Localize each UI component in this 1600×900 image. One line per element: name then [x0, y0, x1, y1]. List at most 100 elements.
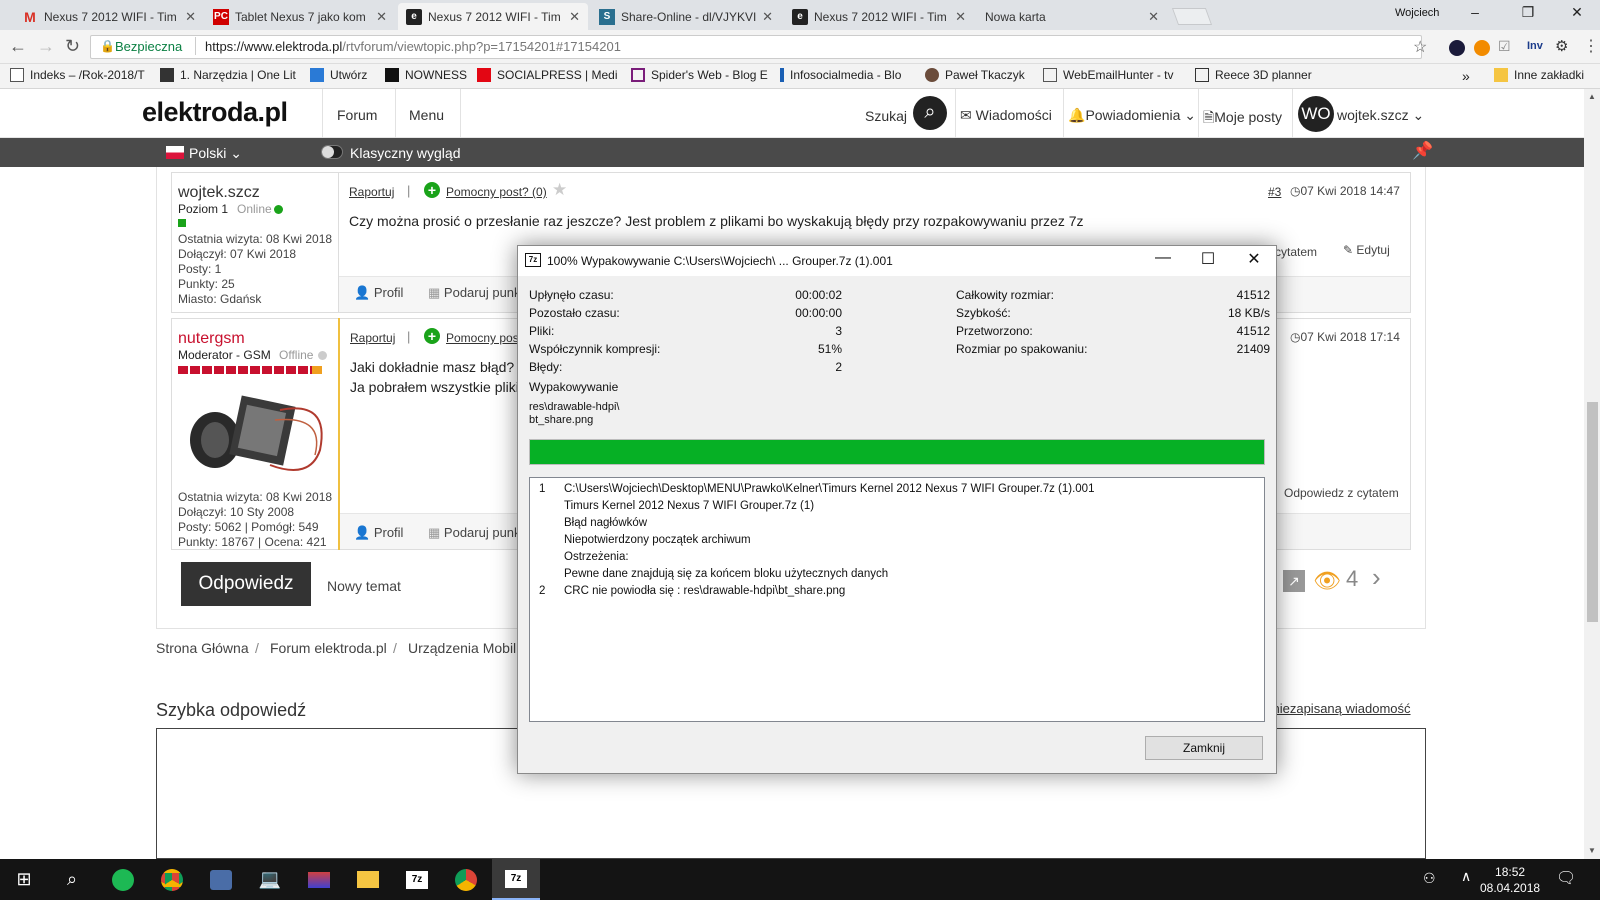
bookmark-item[interactable]: Infosocialmedia - Blo — [780, 68, 901, 82]
media-icon[interactable] — [295, 859, 343, 900]
message-list[interactable] — [529, 477, 1265, 722]
reply-button[interactable]: Odpowiedz — [181, 562, 311, 606]
bookmark-item[interactable]: Spider's Web - Blog E — [631, 68, 768, 82]
breadcrumb-category[interactable]: Urządzenia Mobil — [408, 640, 516, 656]
avatar[interactable]: WO — [1298, 96, 1334, 132]
post-number[interactable]: #3 — [1268, 184, 1281, 199]
laptop-icon[interactable]: 💻 — [246, 859, 294, 900]
close-tab-icon[interactable]: ✕ — [185, 9, 196, 25]
spotify-icon[interactable] — [99, 859, 147, 900]
url-text[interactable]: https://www.elektroda.pl/rtvforum/viewto… — [205, 39, 621, 54]
profile-name[interactable]: Wojciech — [1395, 7, 1439, 19]
bookmark-item[interactable]: Reece 3D planner — [1195, 68, 1312, 82]
close-tab-icon[interactable]: ✕ — [955, 9, 966, 25]
post-author[interactable]: nutergsm — [178, 330, 245, 348]
restore-icon[interactable]: ❐ — [1513, 4, 1543, 21]
quote-button[interactable]: Odpowiedz z cytatem — [1284, 486, 1399, 500]
7zip-active-icon[interactable]: 7z — [492, 859, 540, 900]
browser-tab[interactable]: S Share-Online - dl/VJYKVI ✕ — [591, 3, 781, 30]
bookmark-item[interactable]: 1. Narzędzia | One Lit — [160, 68, 296, 82]
close-button[interactable]: Zamknij — [1145, 736, 1263, 760]
new-tab-button[interactable] — [1171, 8, 1213, 25]
notifications-link[interactable]: 🔔Powiadomienia ⌄ — [1068, 107, 1196, 124]
close-tab-icon[interactable]: ✕ — [762, 9, 773, 25]
extension-icon[interactable] — [1449, 40, 1465, 56]
new-topic-link[interactable]: Nowy temat — [327, 578, 401, 594]
minimize-icon[interactable]: – — [1460, 4, 1490, 20]
close-tab-icon[interactable]: ✕ — [569, 9, 580, 25]
back-icon[interactable]: ← — [9, 36, 27, 57]
browser-tab[interactable]: Nowa karta ✕ — [977, 3, 1167, 30]
close-icon[interactable]: ✕ — [1232, 249, 1276, 269]
browser-tab[interactable]: e Nexus 7 2012 WIFI - Tim ✕ — [784, 3, 974, 30]
extension-icon[interactable]: ⚙ — [1555, 37, 1568, 55]
minimize-icon[interactable]: — — [1141, 249, 1185, 267]
nav-menu[interactable]: Menu — [409, 107, 444, 123]
chevron-right-icon[interactable]: › — [1372, 562, 1381, 593]
edit-button[interactable]: ✎ Edytuj — [1343, 243, 1390, 257]
breadcrumb-home[interactable]: Strona Główna — [156, 640, 249, 656]
extension-icon[interactable]: ☑ — [1498, 38, 1511, 55]
user-menu[interactable]: wojtek.szcz ⌄ — [1337, 107, 1424, 124]
search-icon[interactable]: ⌕ — [913, 96, 947, 130]
star-icon[interactable]: ☆ — [1413, 37, 1427, 57]
close-tab-icon[interactable]: ✕ — [1148, 9, 1159, 25]
maximize-icon[interactable]: ☐ — [1186, 249, 1230, 269]
folder-icon[interactable] — [344, 859, 392, 900]
share-icon[interactable]: ↗ — [1283, 570, 1305, 592]
scroll-down-icon[interactable]: ▼ — [1588, 846, 1596, 855]
7zip-icon[interactable]: 7z — [393, 859, 441, 900]
bookmark-item[interactable]: NOWNESS — [385, 68, 467, 82]
other-bookmarks[interactable]: Inne zakładki — [1494, 68, 1584, 82]
start-icon[interactable]: ⊞ — [0, 859, 48, 900]
browser-tab-active[interactable]: e Nexus 7 2012 WIFI - Tim ✕ — [398, 3, 588, 30]
plus-icon[interactable]: + — [424, 328, 440, 344]
quote-button[interactable]: cytatem — [1275, 245, 1317, 259]
people-icon[interactable]: ⚇ — [1423, 870, 1436, 887]
give-points-button[interactable]: ▦ Podaruj punk — [428, 285, 521, 301]
nav-forum[interactable]: Forum — [337, 107, 377, 123]
post-author[interactable]: wojtek.szcz — [178, 184, 260, 202]
close-tab-icon[interactable]: ✕ — [376, 9, 387, 25]
restore-unsaved-link[interactable]: j niezapisaną wiadomość — [1266, 701, 1411, 716]
report-link[interactable]: Raportuj — [349, 184, 394, 199]
plus-icon[interactable]: + — [424, 182, 440, 198]
site-logo[interactable]: elektroda.pl — [142, 97, 288, 128]
search-icon[interactable]: ⌕ — [48, 859, 96, 900]
close-window-icon[interactable]: ✕ — [1562, 4, 1592, 21]
scroll-up-icon[interactable]: ▲ — [1588, 92, 1596, 101]
search-label[interactable]: Szukaj — [865, 108, 907, 124]
browser-tab[interactable]: M Nexus 7 2012 WIFI - Tim ✕ — [14, 3, 204, 30]
profile-button[interactable]: 👤 Profil — [354, 285, 403, 301]
bookmark-item[interactable]: Utwórz — [310, 68, 367, 82]
pin-icon[interactable]: 📌 — [1412, 141, 1433, 161]
bookmark-item[interactable]: SOCIALPRESS | Medi — [477, 68, 618, 82]
menu-icon[interactable]: ⋮ — [1583, 36, 1599, 56]
extension-inv[interactable]: Inv — [1527, 40, 1543, 52]
star-icon[interactable]: ★ — [552, 180, 567, 200]
tray-chevron-icon[interactable]: ∧ — [1461, 868, 1471, 885]
reload-icon[interactable]: ↻ — [65, 36, 80, 57]
chrome-icon[interactable] — [148, 859, 196, 900]
give-points-button[interactable]: ▦ Podaruj punk — [428, 525, 521, 541]
browser-tab[interactable]: PC Tablet Nexus 7 jako kom ✕ — [205, 3, 395, 30]
report-link[interactable]: Raportuj — [350, 330, 395, 345]
bookmarks-more[interactable]: » — [1462, 68, 1470, 84]
helpful-link[interactable]: Pomocny post? (0) — [446, 184, 547, 199]
bookmark-item[interactable]: Indeks – /Rok-2018/T — [10, 68, 145, 82]
language-selector[interactable]: Polski ⌄ — [189, 145, 242, 162]
my-posts-link[interactable]: 🗎Moje posty — [1203, 107, 1282, 131]
app-icon[interactable] — [197, 859, 245, 900]
bookmark-item[interactable]: Paweł Tkaczyk — [925, 68, 1025, 82]
forward-icon[interactable]: → — [37, 36, 55, 57]
helpful-link[interactable]: Pomocny post — [446, 330, 522, 345]
chrome-user-icon[interactable] — [442, 859, 490, 900]
extension-icon[interactable] — [1474, 40, 1490, 56]
scrollbar-thumb[interactable] — [1587, 402, 1598, 622]
bookmark-item[interactable]: WebEmailHunter - tv — [1043, 68, 1173, 82]
breadcrumb-forum[interactable]: Forum elektroda.pl — [270, 640, 387, 656]
profile-button[interactable]: 👤 Profil — [354, 525, 403, 541]
clock[interactable]: 18:52 08.04.2018 — [1480, 864, 1540, 896]
messages-link[interactable]: ✉ Wiadomości — [960, 107, 1052, 124]
notification-center-icon[interactable]: 🗨 — [1556, 868, 1576, 888]
